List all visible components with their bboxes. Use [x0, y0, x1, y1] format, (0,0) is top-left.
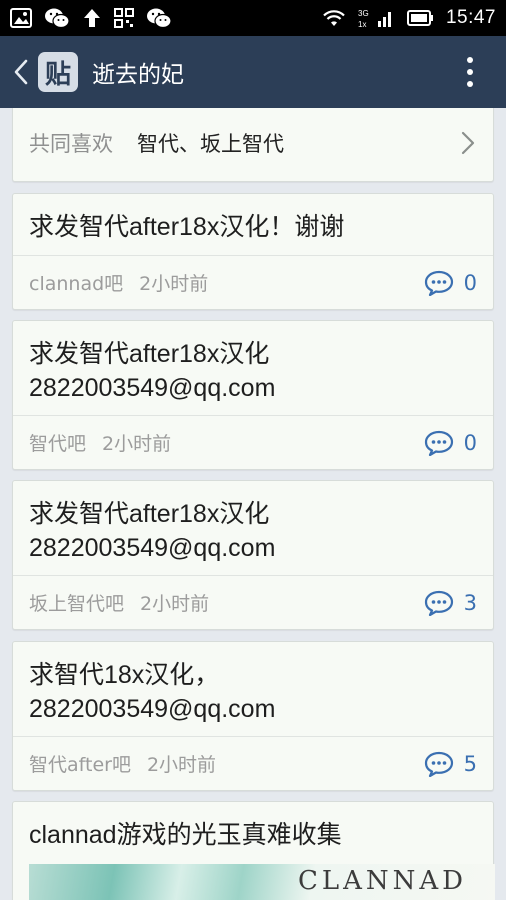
post-title: clannad游戏的光玉真难收集: [29, 821, 342, 849]
chevron-right-icon: [461, 131, 475, 155]
comment-count: 5: [463, 751, 477, 776]
more-dot-icon: [467, 69, 473, 75]
comment-count: 0: [463, 430, 477, 455]
page-title: 逝去的妃: [92, 62, 184, 88]
status-bar-notifications: [10, 7, 172, 29]
content-scroll-area[interactable]: 共同喜欢 智代、坂上智代 求发智代after18x汉化！谢谢 clannad吧 …: [0, 108, 506, 900]
post-card[interactable]: clannad游戏的光玉真难收集 CLANNAD: [12, 801, 495, 900]
comment-count: 0: [463, 270, 477, 295]
wechat-icon: [146, 7, 172, 29]
post-title: 求发智代after18x汉化 2822003549@qq.com: [29, 500, 276, 562]
post-title: 求发智代after18x汉化！谢谢: [29, 213, 345, 241]
post-comments[interactable]: 0: [424, 430, 477, 456]
status-bar: 3G 1x 15:47: [0, 0, 506, 36]
post-footer: 坂上智代吧 2小时前 3: [13, 575, 493, 629]
post-comments[interactable]: 5: [424, 751, 477, 777]
post-card[interactable]: 求发智代after18x汉化 2822003549@qq.com 智代吧 2小时…: [12, 320, 494, 470]
common-likes-label: 共同喜欢: [29, 132, 113, 156]
wifi-icon: [322, 9, 346, 27]
post-cover-image[interactable]: CLANNAD: [29, 864, 495, 900]
post-card[interactable]: 求智代18x汉化， 2822003549@qq.com 智代after吧 2小时…: [12, 641, 494, 791]
comment-count: 3: [463, 590, 477, 615]
post-time: 2小时前: [102, 433, 172, 455]
network-type-label: 3G: [358, 9, 369, 18]
wechat-icon: [44, 7, 70, 29]
tieba-logo-text: 贴: [44, 59, 71, 90]
image-icon: [10, 8, 32, 28]
post-time: 2小时前: [140, 593, 210, 615]
cover-title-text: CLANNAD: [297, 866, 467, 896]
post-forum[interactable]: 智代吧: [29, 429, 86, 456]
tieba-logo: 贴: [38, 52, 78, 92]
post-time: 2小时前: [146, 754, 217, 776]
comment-icon: [424, 590, 453, 616]
post-footer: clannad吧 2小时前 0: [13, 255, 493, 309]
common-likes-value: 智代、坂上智代: [137, 132, 284, 156]
title-bar: 贴 逝去的妃: [0, 36, 506, 108]
common-likes-row[interactable]: 共同喜欢 智代、坂上智代: [12, 108, 494, 182]
post-comments[interactable]: 0: [424, 270, 477, 296]
post-title: 求智代18x汉化， 2822003549@qq.com: [29, 661, 276, 723]
qr-code-icon: [114, 8, 134, 28]
status-time: 15:47: [445, 7, 496, 28]
post-footer: 智代吧 2小时前 0: [13, 415, 493, 469]
battery-icon: [406, 9, 434, 27]
post-card[interactable]: 求发智代after18x汉化！谢谢 clannad吧 2小时前 0: [12, 193, 494, 310]
post-footer: 智代after吧 2小时前 5: [13, 736, 493, 790]
post-time: 2小时前: [139, 273, 209, 295]
back-button[interactable]: [4, 36, 38, 108]
post-title: 求发智代after18x汉化 2822003549@qq.com: [29, 340, 276, 402]
post-comments[interactable]: 3: [424, 590, 477, 616]
more-dot-icon: [467, 57, 473, 63]
post-card[interactable]: 求发智代after18x汉化 2822003549@qq.com 坂上智代吧 2…: [12, 480, 494, 630]
svg-text:1x: 1x: [358, 20, 366, 29]
comment-icon: [424, 270, 453, 296]
signal-icon: 3G 1x: [358, 7, 394, 29]
status-bar-system: 3G 1x 15:47: [322, 7, 496, 29]
comment-icon: [424, 430, 453, 456]
upload-arrow-icon: [82, 7, 102, 29]
more-dot-icon: [467, 81, 473, 87]
post-forum[interactable]: 坂上智代吧: [29, 589, 124, 616]
comment-icon: [424, 751, 453, 777]
post-forum[interactable]: clannad吧: [29, 269, 123, 296]
more-menu-button[interactable]: [452, 54, 488, 90]
chevron-left-icon: [14, 59, 28, 85]
post-forum[interactable]: 智代after吧: [29, 750, 131, 777]
